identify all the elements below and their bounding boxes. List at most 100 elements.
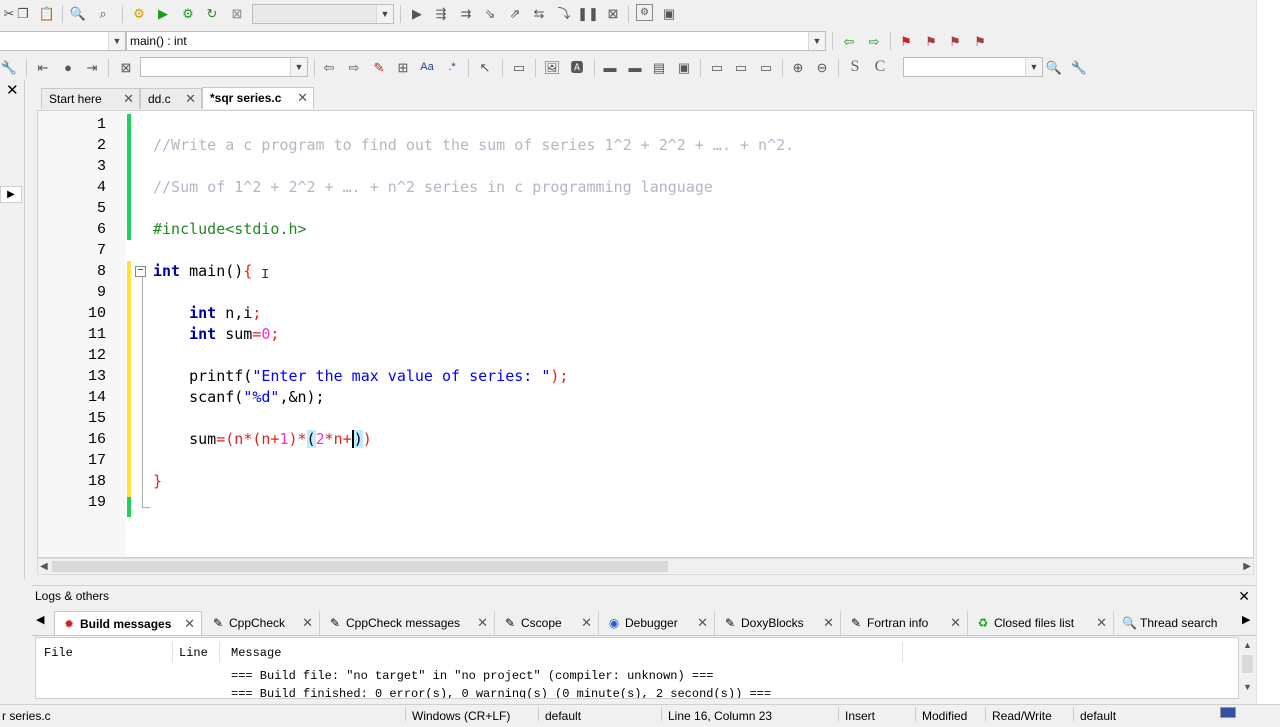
rebuild-icon[interactable]: ↻: [203, 4, 221, 22]
log-message[interactable]: === Build finished: 0 error(s), 0 warnin…: [231, 687, 771, 698]
tab-fortran-info[interactable]: ✎ Fortran info ✕: [842, 611, 968, 635]
paste-icon[interactable]: 📋: [38, 4, 56, 22]
scroll-left-icon[interactable]: ◀: [40, 559, 48, 574]
tab-doxyblocks[interactable]: ✎ DoxyBlocks ✕: [716, 611, 841, 635]
run-to-cursor-icon[interactable]: ⇶: [432, 4, 450, 22]
scroll-down-icon[interactable]: ▼: [1243, 682, 1252, 692]
highlight-icon[interactable]: ✎: [370, 58, 388, 76]
tab-thread-search[interactable]: 🔍 Thread search: [1115, 611, 1237, 635]
column-header-message[interactable]: Message: [231, 646, 281, 660]
tab-cscope[interactable]: ✎ Cscope ✕: [496, 611, 599, 635]
scope-combo[interactable]: ▼: [0, 31, 126, 51]
stop-debug-icon[interactable]: ⊠: [604, 4, 622, 22]
shape1-icon[interactable]: ▬: [601, 58, 619, 76]
debug-run-icon[interactable]: ▶: [408, 4, 426, 22]
close-icon[interactable]: ✕: [185, 89, 196, 109]
step-into-icon[interactable]: ⇘: [481, 4, 499, 22]
close-icon[interactable]: ✕: [6, 81, 19, 99]
next-line-icon[interactable]: ⇉: [457, 4, 475, 22]
abort-icon[interactable]: ⊠: [228, 4, 246, 22]
fold-collapse-icon[interactable]: −: [135, 266, 146, 277]
copy-icon[interactable]: ❐: [14, 4, 32, 22]
scrollbar-thumb[interactable]: [52, 561, 668, 572]
close-icon[interactable]: ✕: [581, 611, 592, 635]
build-messages-list[interactable]: File Line Message === Build file: "no ta…: [35, 637, 1239, 699]
scroll-right-icon[interactable]: ▶: [1243, 559, 1251, 574]
c-icon[interactable]: C: [871, 58, 889, 76]
close-icon[interactable]: ✕: [302, 611, 313, 635]
jump-back-icon[interactable]: ⇦: [840, 32, 858, 50]
text-box-icon[interactable]: 🅰: [568, 58, 586, 76]
regex-icon[interactable]: .*: [443, 58, 461, 76]
code-editor[interactable]: 1 2 3 4 5 6 7 8 9 10 11 12 13 14 15 16 1…: [37, 110, 1254, 558]
clear-bookmarks-icon[interactable]: ⚑: [971, 32, 989, 50]
pointer-icon[interactable]: ↖: [476, 58, 494, 76]
find-icon[interactable]: 🔍: [69, 4, 87, 22]
debug-windows-icon[interactable]: ⚙: [636, 4, 653, 21]
tab-scroll-left-icon[interactable]: ◀: [36, 613, 44, 626]
edit-combo[interactable]: ▼: [140, 57, 308, 77]
close-icon[interactable]: ✕: [297, 88, 308, 108]
vertical-scrollbar[interactable]: ▲ ▼: [1239, 637, 1256, 699]
tab-build-messages[interactable]: ✹ Build messages ✕: [54, 611, 202, 635]
search-icon[interactable]: 🔍: [1045, 58, 1063, 76]
clear-icon[interactable]: ⊠: [117, 58, 135, 76]
close-icon[interactable]: ✕: [823, 611, 834, 635]
arrow-right-icon[interactable]: ▶: [0, 186, 22, 203]
shape5-icon[interactable]: ▭: [708, 58, 726, 76]
shape6-icon[interactable]: ▭: [732, 58, 750, 76]
bookmark-icon[interactable]: ⚑: [897, 32, 915, 50]
close-icon[interactable]: ✕: [477, 611, 488, 635]
close-icon[interactable]: ✕: [697, 611, 708, 635]
image-icon[interactable]: 🖼: [543, 58, 561, 76]
jump-forward-icon[interactable]: ⇨: [865, 32, 883, 50]
shape2-icon[interactable]: ▬: [626, 58, 644, 76]
arrow-right-icon[interactable]: ⇨: [345, 58, 363, 76]
arrow-left-icon[interactable]: ⇦: [320, 58, 338, 76]
close-icon[interactable]: ✕: [1096, 611, 1107, 635]
tab-cppcheck[interactable]: ✎ CppCheck ✕: [204, 611, 320, 635]
next-instruction-icon[interactable]: ⇆: [530, 4, 548, 22]
tab-scroll-right-icon[interactable]: ▶: [1242, 613, 1250, 626]
settings-icon[interactable]: 🔧: [1070, 58, 1088, 76]
rect-icon[interactable]: ▭: [510, 58, 528, 76]
build-gear-icon[interactable]: ⚙: [130, 4, 148, 22]
next-icon[interactable]: ⇥: [83, 58, 101, 76]
pause-icon[interactable]: ❚❚: [577, 4, 599, 22]
log-message[interactable]: === Build file: "no target" in "no proje…: [231, 669, 713, 683]
tab-dd-c[interactable]: dd.c ✕: [140, 88, 202, 109]
record-icon[interactable]: ●: [59, 58, 77, 76]
close-icon[interactable]: ✕: [184, 612, 195, 636]
run-icon[interactable]: ▶: [154, 4, 172, 22]
shape7-icon[interactable]: ▭: [757, 58, 775, 76]
tab-closed-files-list[interactable]: ♻ Closed files list ✕: [969, 611, 1114, 635]
close-icon[interactable]: ✕: [123, 89, 134, 109]
step-out-icon[interactable]: ⇗: [506, 4, 524, 22]
tab-sqr-series-c[interactable]: *sqr series.c ✕: [202, 87, 314, 109]
step-instruction-icon[interactable]: ⤵: [555, 4, 573, 22]
zoom-in-icon[interactable]: ⊕: [789, 58, 807, 76]
select-icon[interactable]: ⊞: [394, 58, 412, 76]
shape3-icon[interactable]: ▤: [650, 58, 668, 76]
close-icon[interactable]: ✕: [1238, 586, 1250, 606]
build-target-combo[interactable]: ▼: [252, 4, 394, 24]
column-header-file[interactable]: File: [44, 646, 73, 660]
build-and-run-icon[interactable]: ⚙: [179, 4, 197, 22]
tab-cppcheck-messages[interactable]: ✎ CppCheck messages ✕: [321, 611, 495, 635]
match-case-icon[interactable]: Aa: [418, 58, 436, 76]
zoom-out-icon[interactable]: ⊖: [813, 58, 831, 76]
replace-icon[interactable]: ⌕: [94, 4, 112, 22]
function-combo[interactable]: main() : int ▼: [126, 31, 826, 51]
scrollbar-thumb[interactable]: [1242, 655, 1253, 673]
horizontal-scrollbar[interactable]: ◀ ▶: [37, 558, 1254, 575]
next-bookmark-icon[interactable]: ⚑: [946, 32, 964, 50]
search-combo[interactable]: ▼: [903, 57, 1043, 77]
prev-bookmark-icon[interactable]: ⚑: [922, 32, 940, 50]
tab-start-here[interactable]: Start here ✕: [41, 88, 140, 109]
scroll-up-icon[interactable]: ▲: [1243, 640, 1252, 650]
column-header-line[interactable]: Line: [179, 646, 208, 660]
wrench-icon[interactable]: 🔧: [0, 58, 18, 76]
close-icon[interactable]: ✕: [950, 611, 961, 635]
info-icon[interactable]: ▣: [660, 4, 678, 22]
shape4-icon[interactable]: ▣: [675, 58, 693, 76]
